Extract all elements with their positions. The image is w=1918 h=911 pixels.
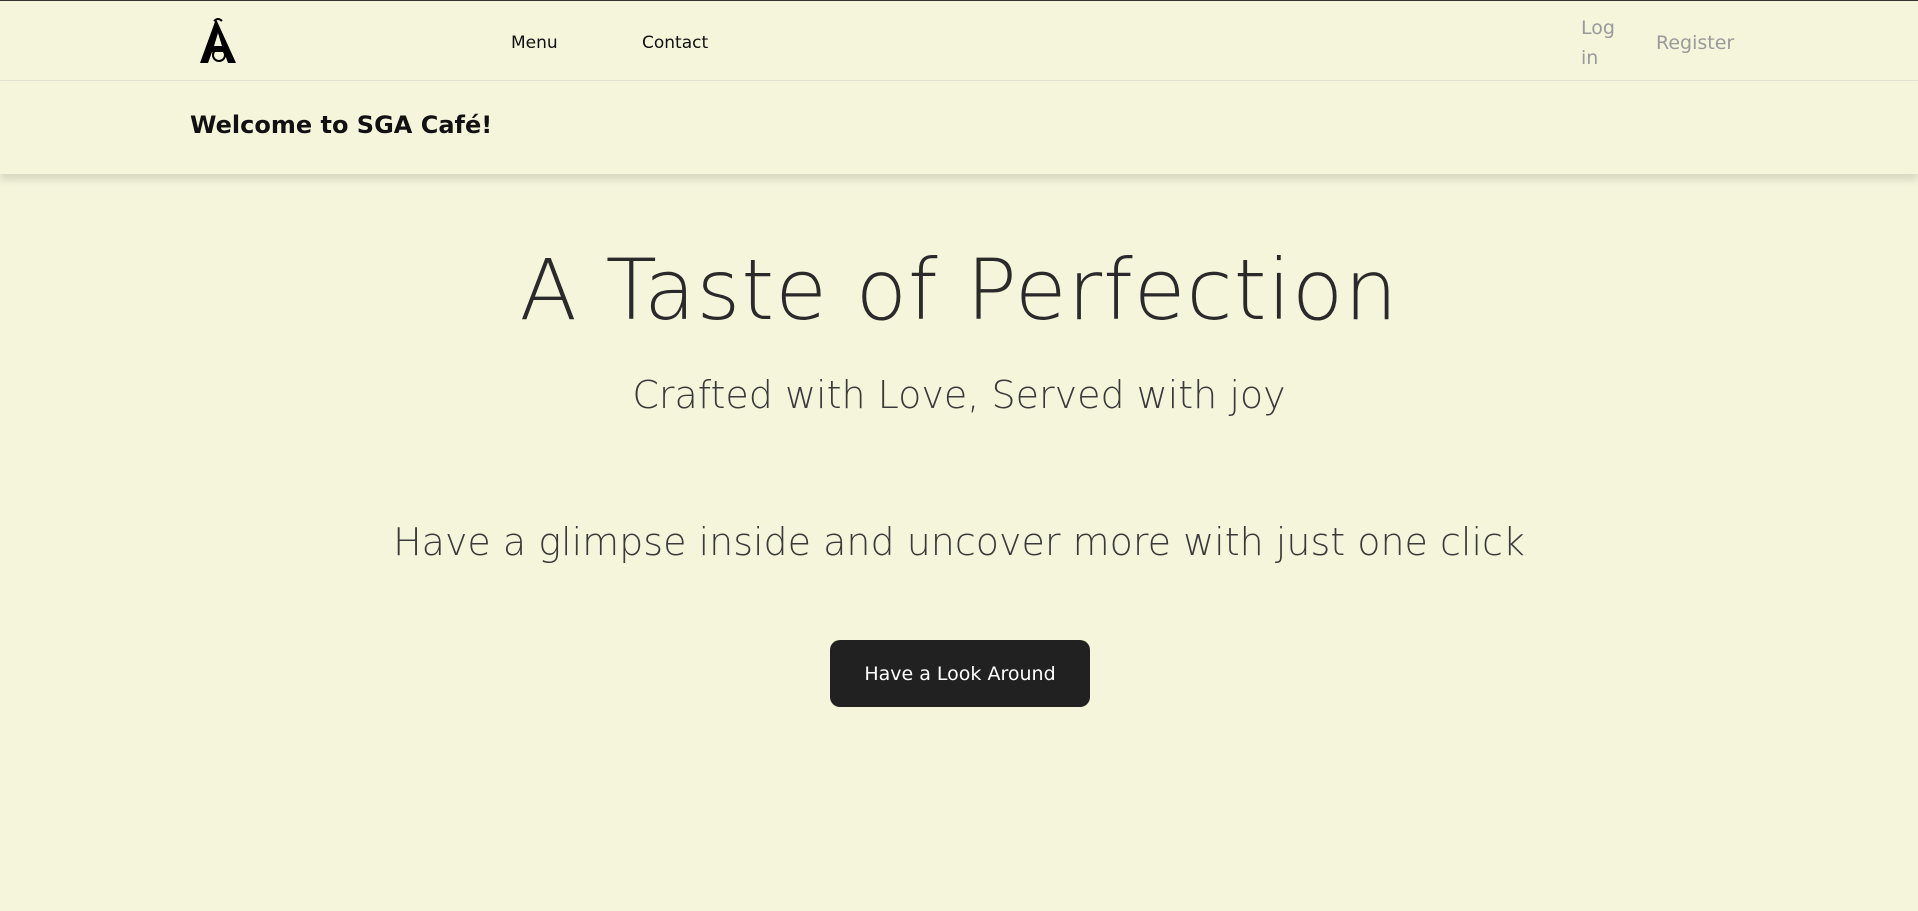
login-link[interactable]: Log in	[1581, 13, 1621, 73]
brand-logo[interactable]	[192, 15, 242, 67]
welcome-banner: Welcome to SGA Café!	[0, 82, 1918, 174]
have-a-look-around-button[interactable]: Have a Look Around	[830, 640, 1090, 707]
nav-link-contact[interactable]: Contact	[642, 33, 708, 53]
register-link[interactable]: Register	[1656, 28, 1734, 58]
logo-a-icon	[200, 18, 236, 63]
hero-subtitle: Crafted with Love, Served with joy	[632, 373, 1286, 417]
nav-link-menu[interactable]: Menu	[511, 33, 558, 53]
navbar: Menu Contact Log in Register	[0, 1, 1918, 81]
welcome-text: Welcome to SGA Café!	[190, 111, 493, 139]
hero-title: A Taste of Perfection	[519, 241, 1399, 339]
hero-glimpse-text: Have a glimpse inside and uncover more w…	[393, 520, 1525, 564]
